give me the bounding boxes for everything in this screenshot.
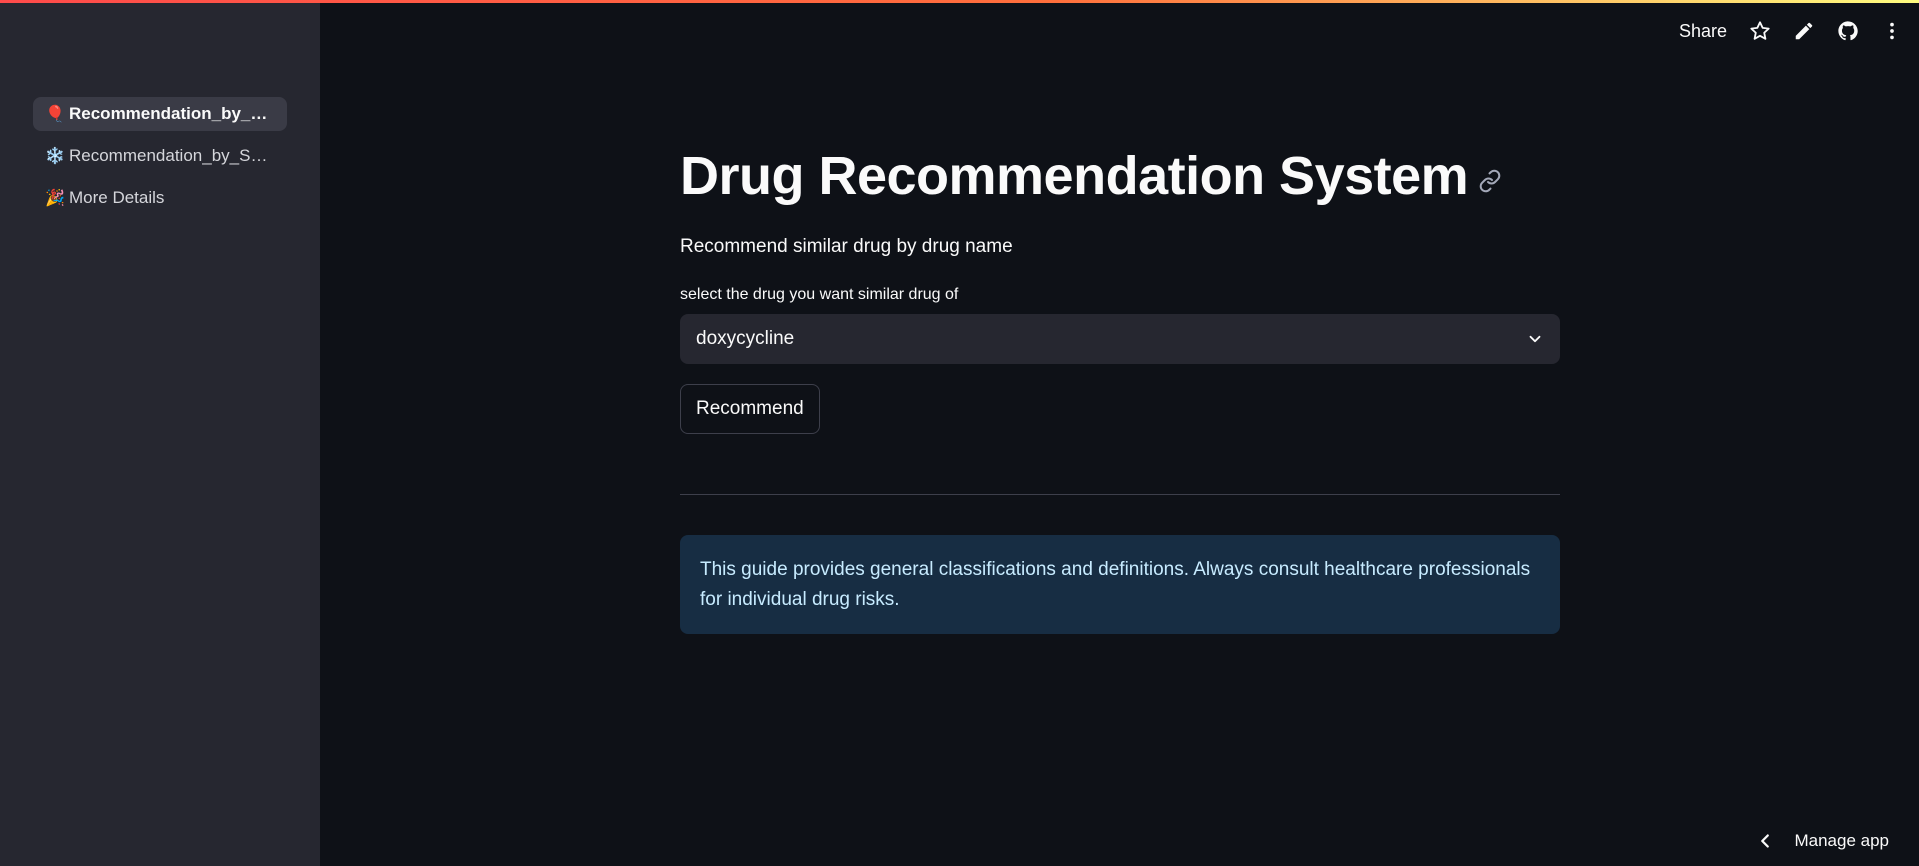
title-row: Drug Recommendation System [680, 140, 1560, 212]
manage-app-label: Manage app [1794, 831, 1889, 850]
sidebar-item-recommendation-by-drug[interactable]: 🎈 Recommendation_by_Dr… [33, 97, 287, 131]
info-alert: This guide provides general classificati… [680, 535, 1560, 634]
page-title: Drug Recommendation System [680, 146, 1469, 206]
link-icon[interactable] [1478, 169, 1502, 193]
sidebar-item-label: Recommendation_by_Dr… [69, 104, 275, 123]
main-content: Drug Recommendation System Recommend sim… [680, 140, 1560, 634]
info-text: This guide provides general classificati… [700, 559, 1531, 610]
select-value: doxycycline [696, 328, 795, 349]
pencil-icon[interactable] [1793, 20, 1815, 42]
drug-select[interactable]: doxycycline [680, 314, 1560, 364]
snowflake-icon: ❄️ [45, 148, 65, 165]
divider [680, 494, 1560, 495]
balloon-icon: 🎈 [45, 106, 65, 123]
more-vertical-icon[interactable] [1881, 20, 1903, 42]
select-label: select the drug you want similar drug of [680, 286, 959, 303]
sidebar-item-more-details[interactable]: 🎉 More Details [33, 181, 287, 215]
sidebar: 🎈 Recommendation_by_Dr… ❄️ Recommendatio… [0, 0, 320, 866]
sidebar-item-label: More Details [69, 188, 165, 207]
subtitle: Recommend similar drug by drug name [680, 236, 1013, 257]
github-icon[interactable] [1837, 20, 1859, 42]
star-icon[interactable] [1749, 20, 1771, 42]
header-toolbar: Share [1679, 20, 1903, 42]
chevron-left-icon [1754, 830, 1776, 852]
party-popper-icon: 🎉 [45, 190, 65, 207]
sidebar-item-recommendation-by-symptom[interactable]: ❄️ Recommendation_by_Sy… [33, 139, 287, 173]
share-button[interactable]: Share [1679, 21, 1727, 42]
recommend-button[interactable]: Recommend [680, 384, 820, 434]
sidebar-nav: 🎈 Recommendation_by_Dr… ❄️ Recommendatio… [33, 97, 287, 223]
chevron-down-icon [1526, 330, 1544, 348]
sidebar-item-label: Recommendation_by_Sy… [69, 146, 275, 165]
decoration-bar [0, 0, 1919, 3]
manage-app-button[interactable]: Manage app [1754, 830, 1889, 852]
